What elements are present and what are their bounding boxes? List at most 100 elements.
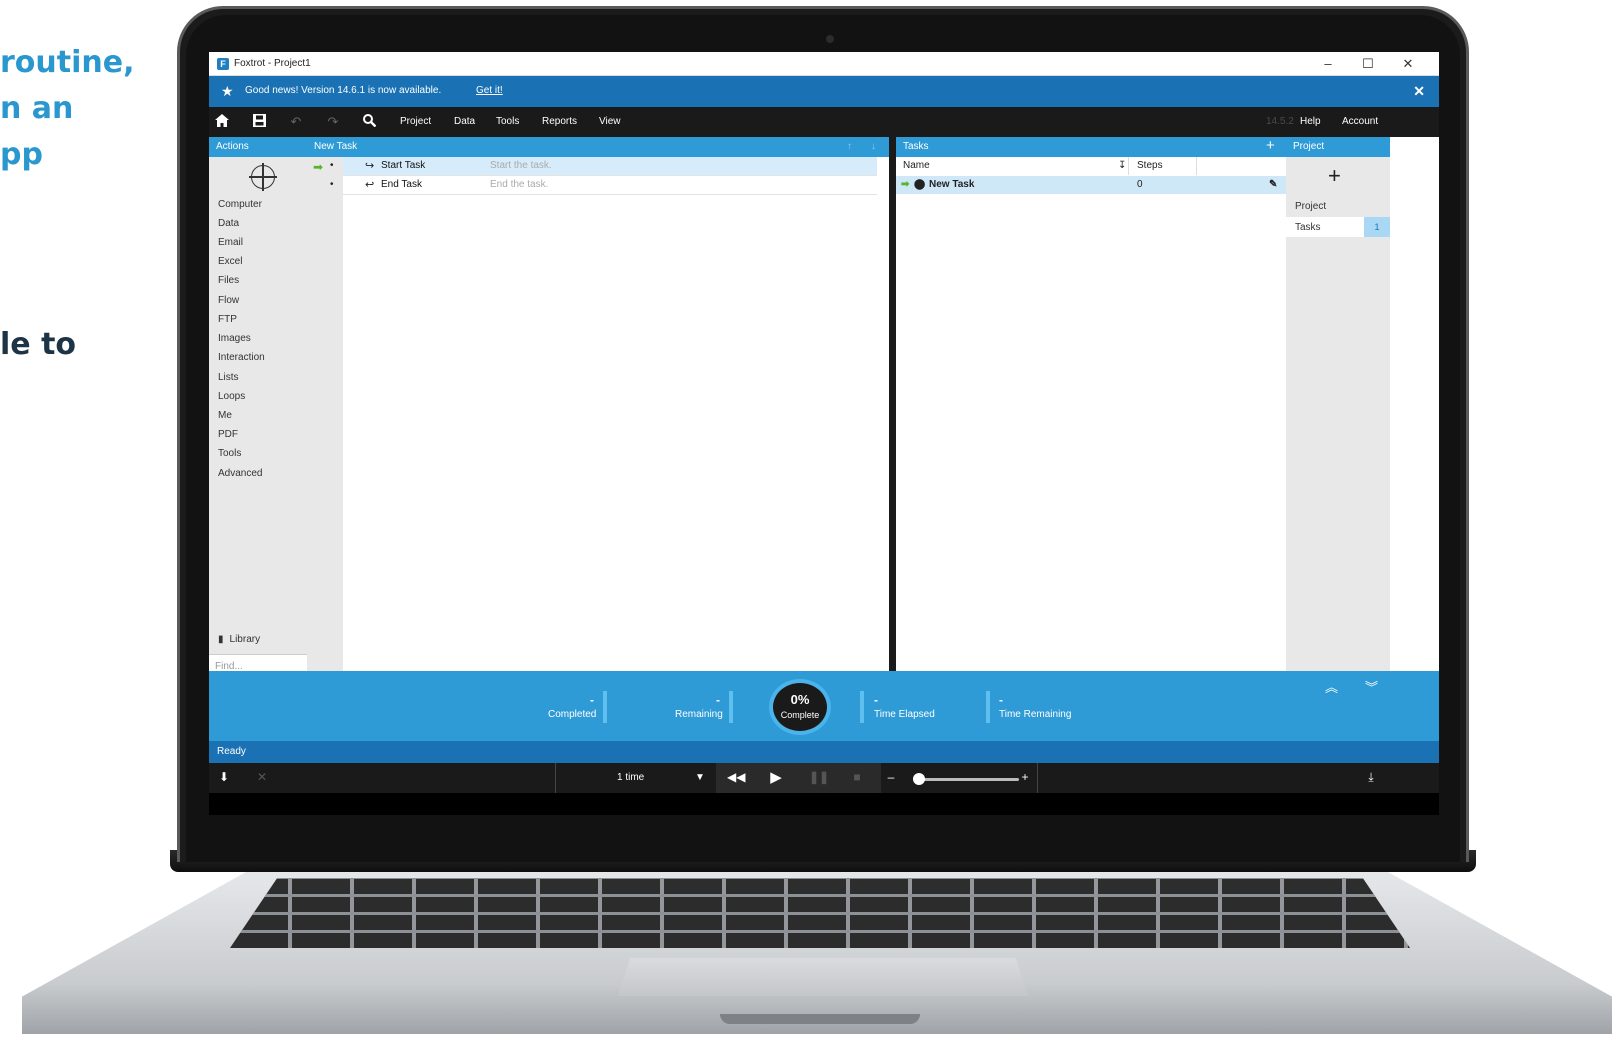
sort-down-icon[interactable]: ↧ xyxy=(1118,157,1126,175)
column-header-name[interactable]: Name xyxy=(903,157,930,175)
speed-slider[interactable] xyxy=(914,778,1019,781)
table-row[interactable]: ➡ ⬤ New Task 0 ✎ xyxy=(896,176,1286,194)
category-flow[interactable]: Flow xyxy=(218,295,239,306)
screen-bottom-edge xyxy=(209,793,1439,815)
percent-complete-label: Complete xyxy=(780,710,820,720)
move-up-icon[interactable]: ↑ xyxy=(847,137,852,157)
category-advanced[interactable]: Advanced xyxy=(218,468,262,479)
category-pdf[interactable]: PDF xyxy=(218,429,238,440)
steps-header: New Task ↑ ↓ xyxy=(307,137,889,157)
remaining-value: - xyxy=(716,693,720,707)
dropdown-caret-icon[interactable]: ▼ xyxy=(693,772,707,783)
breakpoint-dot-icon[interactable]: • xyxy=(330,160,334,171)
run-controls: ⬇ ✕ 1 time ▼ ◀◀ ▶ ❚❚ ■ – + ⤓ xyxy=(209,763,1439,793)
actions-sidebar: Computer Data Email Excel Files Flow FTP… xyxy=(209,157,307,676)
completed-value: - xyxy=(590,693,594,707)
export-icon[interactable]: ⤓ xyxy=(1364,770,1378,785)
menu-data[interactable]: Data xyxy=(454,116,475,127)
category-interaction[interactable]: Interaction xyxy=(218,352,265,363)
steps-gutter: ➡ • • xyxy=(307,157,343,671)
minimize-button[interactable]: – xyxy=(1313,55,1343,73)
menu-tools[interactable]: Tools xyxy=(496,116,519,127)
category-images[interactable]: Images xyxy=(218,333,251,344)
location-pin-icon: ⬤ xyxy=(914,179,926,190)
project-section-label: Project xyxy=(1295,201,1327,212)
clear-icon[interactable]: ✕ xyxy=(255,770,269,784)
marketing-image: routine, n an pp le to F Foxtrot - Proje… xyxy=(0,0,1621,1045)
column-header-steps[interactable]: Steps xyxy=(1137,157,1163,175)
edit-pencil-icon[interactable]: ✎ xyxy=(1269,176,1277,194)
maximize-button[interactable]: ☐ xyxy=(1353,55,1383,73)
category-files[interactable]: Files xyxy=(218,275,239,286)
tasks-header: Tasks + xyxy=(896,137,1286,157)
menu-project[interactable]: Project xyxy=(400,116,431,127)
main-toolbar: ↶ ↷ Project Data Tools Reports View 14.5… xyxy=(209,107,1439,137)
library-button[interactable]: ▮ Library xyxy=(218,634,260,645)
project-panel: + Project Tasks 1 xyxy=(1286,157,1390,671)
remaining-bar xyxy=(729,691,733,723)
pause-icon[interactable]: ❚❚ xyxy=(809,770,829,784)
crosshair-icon[interactable] xyxy=(249,163,277,191)
speed-plus-button[interactable]: + xyxy=(1019,770,1031,784)
stop-icon[interactable]: ■ xyxy=(849,770,865,784)
remaining-label: Remaining xyxy=(675,709,723,720)
move-down-icon[interactable]: ↓ xyxy=(871,137,876,157)
current-task-arrow-icon: ➡ xyxy=(901,179,910,190)
speed-slider-handle[interactable] xyxy=(913,773,926,785)
close-button[interactable]: ✕ xyxy=(1393,55,1423,73)
chevron-up-icon[interactable]: ︽ xyxy=(1325,677,1338,696)
category-data[interactable]: Data xyxy=(218,218,239,229)
menu-reports[interactable]: Reports xyxy=(542,116,577,127)
current-step-arrow-icon: ➡ xyxy=(313,160,324,174)
undo-icon[interactable]: ↶ xyxy=(287,114,305,130)
chevron-down-icon[interactable]: ︾ xyxy=(1365,677,1378,696)
run-count-select[interactable]: 1 time xyxy=(617,772,644,783)
step-name: Start Task xyxy=(381,160,426,171)
time-elapsed-label: Time Elapsed xyxy=(874,709,935,720)
add-icon[interactable]: + xyxy=(1328,163,1341,189)
step-row[interactable]: ↪ Start Task Start the task. xyxy=(343,157,877,176)
pane-divider[interactable] xyxy=(889,137,896,671)
speed-minus-button[interactable]: – xyxy=(885,770,897,784)
task-steps: 0 xyxy=(1137,179,1143,190)
category-excel[interactable]: Excel xyxy=(218,256,242,267)
search-icon[interactable] xyxy=(360,114,378,130)
start-arrow-icon: ↪ xyxy=(365,160,375,172)
menu-view[interactable]: View xyxy=(599,116,621,127)
category-email[interactable]: Email xyxy=(218,237,243,248)
category-tools[interactable]: Tools xyxy=(218,448,241,459)
project-header: Project xyxy=(1286,137,1390,157)
step-row[interactable]: ↩ End Task End the task. xyxy=(343,176,877,195)
update-banner: ★ Good news! Version 14.6.1 is now avail… xyxy=(209,76,1439,107)
account-menu[interactable]: Account xyxy=(1342,116,1378,127)
category-loops[interactable]: Loops xyxy=(218,391,245,402)
category-ftp[interactable]: FTP xyxy=(218,314,237,325)
side-line: n an xyxy=(0,91,74,126)
project-tasks-count: 1 xyxy=(1364,217,1390,237)
status-bar: Ready xyxy=(209,741,1439,763)
project-tasks-row[interactable]: Tasks 1 xyxy=(1286,217,1390,237)
tasks-title: Tasks xyxy=(903,141,929,152)
add-task-icon[interactable]: + xyxy=(1266,136,1275,156)
time-remaining-label: Time Remaining xyxy=(999,709,1072,720)
side-text-blue: routine, n an pp xyxy=(0,40,135,178)
actions-header: Actions xyxy=(209,137,307,157)
book-icon: ▮ xyxy=(218,634,224,645)
save-icon[interactable] xyxy=(250,114,268,130)
home-icon[interactable] xyxy=(213,114,231,130)
version-label: 14.5.2 xyxy=(1266,116,1294,127)
download-icon[interactable]: ⬇ xyxy=(217,770,231,784)
category-lists[interactable]: Lists xyxy=(218,372,239,383)
breakpoint-dot-icon[interactable]: • xyxy=(330,179,334,190)
project-tasks-label: Tasks xyxy=(1295,222,1321,233)
play-icon[interactable]: ▶ xyxy=(768,768,784,786)
help-menu[interactable]: Help xyxy=(1300,116,1321,127)
category-me[interactable]: Me xyxy=(218,410,232,421)
task-title: New Task xyxy=(314,141,358,152)
get-it-link[interactable]: Get it! xyxy=(476,85,503,96)
title-bar: F Foxtrot - Project1 – ☐ ✕ xyxy=(209,52,1439,76)
redo-icon[interactable]: ↷ xyxy=(324,114,342,130)
rewind-icon[interactable]: ◀◀ xyxy=(727,770,745,784)
category-computer[interactable]: Computer xyxy=(218,199,262,210)
close-banner-button[interactable]: ✕ xyxy=(1413,83,1425,100)
